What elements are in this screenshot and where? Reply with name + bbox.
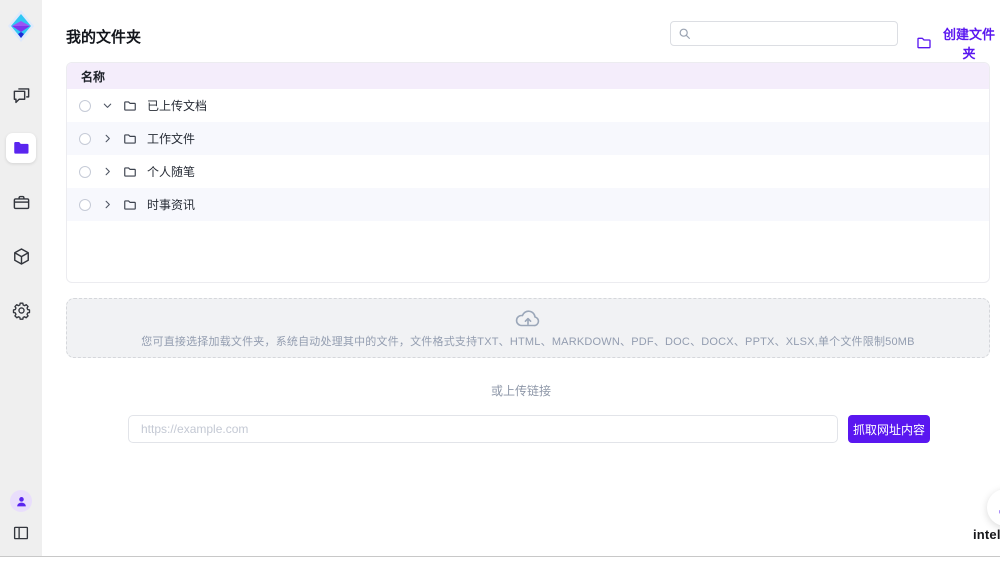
create-folder-label: 创建文件夹 [938, 24, 1000, 62]
search-input[interactable] [696, 27, 890, 41]
folder-icon [12, 139, 30, 157]
upload-dropzone[interactable]: 您可直接选择加载文件夹，系统自动处理其中的文件，文件格式支持TXT、HTML、M… [66, 298, 990, 358]
upload-hint-text: 您可直接选择加载文件夹，系统自动处理其中的文件，文件格式支持TXT、HTML、M… [141, 333, 914, 349]
window-bottom-divider [0, 556, 1000, 557]
folder-row[interactable]: 时事资讯 [67, 188, 989, 221]
fetch-url-button[interactable]: 抓取网址内容 [848, 415, 930, 443]
gear-icon [12, 301, 31, 320]
intel-core-logo: intelcore ultra [970, 527, 1000, 560]
chevron-down-icon[interactable] [101, 100, 113, 111]
row-checkbox[interactable] [79, 166, 91, 178]
create-folder-button[interactable]: 创建文件夹 [916, 24, 1000, 62]
table-body: 已上传文档 工作文件 个人随笔 [67, 89, 989, 221]
table-header-row: 名称 [67, 63, 989, 89]
page-title: 我的文件夹 [66, 26, 141, 47]
sidebar [0, 0, 42, 556]
folder-name: 已上传文档 [147, 97, 207, 114]
user-avatar[interactable] [10, 490, 32, 512]
url-input[interactable] [128, 415, 838, 443]
row-checkbox[interactable] [79, 100, 91, 112]
folder-outline-icon [123, 165, 137, 179]
intel-wordmark: intel [973, 527, 1000, 542]
panel-layout-icon [12, 524, 30, 542]
user-icon [15, 495, 28, 508]
folder-row[interactable]: 已上传文档 [67, 89, 989, 122]
search-box[interactable] [670, 21, 898, 46]
url-upload-row: 抓取网址内容 [128, 415, 930, 443]
folder-row[interactable]: 个人随笔 [67, 155, 989, 188]
chevron-right-icon[interactable] [101, 133, 113, 144]
sidebar-item-chat[interactable] [6, 79, 36, 109]
sidebar-item-toolbox[interactable] [6, 187, 36, 217]
chevron-right-icon[interactable] [101, 199, 113, 210]
collapse-sidebar-button[interactable] [12, 524, 30, 542]
folder-table: 名称 已上传文档 工作文件 [66, 62, 990, 283]
folder-name: 时事资讯 [147, 196, 195, 213]
folder-outline-icon [123, 132, 137, 146]
briefcase-icon [12, 193, 31, 212]
chevron-right-icon[interactable] [101, 166, 113, 177]
folder-outline-icon [123, 198, 137, 212]
folder-plus-icon [916, 35, 932, 51]
download-fab-button[interactable] [987, 489, 1000, 526]
or-upload-link-label: 或上传链接 [42, 382, 1000, 399]
sidebar-item-cube[interactable] [6, 241, 36, 271]
folder-row[interactable]: 工作文件 [67, 122, 989, 155]
chat-icon [12, 85, 31, 104]
sidebar-item-settings[interactable] [6, 295, 36, 325]
folder-name: 个人随笔 [147, 163, 195, 180]
cube-icon [12, 247, 31, 266]
app-logo-icon [7, 9, 35, 43]
name-column-header: 名称 [81, 68, 105, 85]
row-checkbox[interactable] [79, 199, 91, 211]
row-checkbox[interactable] [79, 133, 91, 145]
sidebar-item-folders[interactable] [6, 133, 36, 163]
folder-name: 工作文件 [147, 130, 195, 147]
cloud-upload-icon [515, 308, 541, 328]
folder-outline-icon [123, 99, 137, 113]
search-icon [678, 27, 691, 40]
main-content: 我的文件夹 创建文件夹 名称 [42, 0, 1000, 556]
